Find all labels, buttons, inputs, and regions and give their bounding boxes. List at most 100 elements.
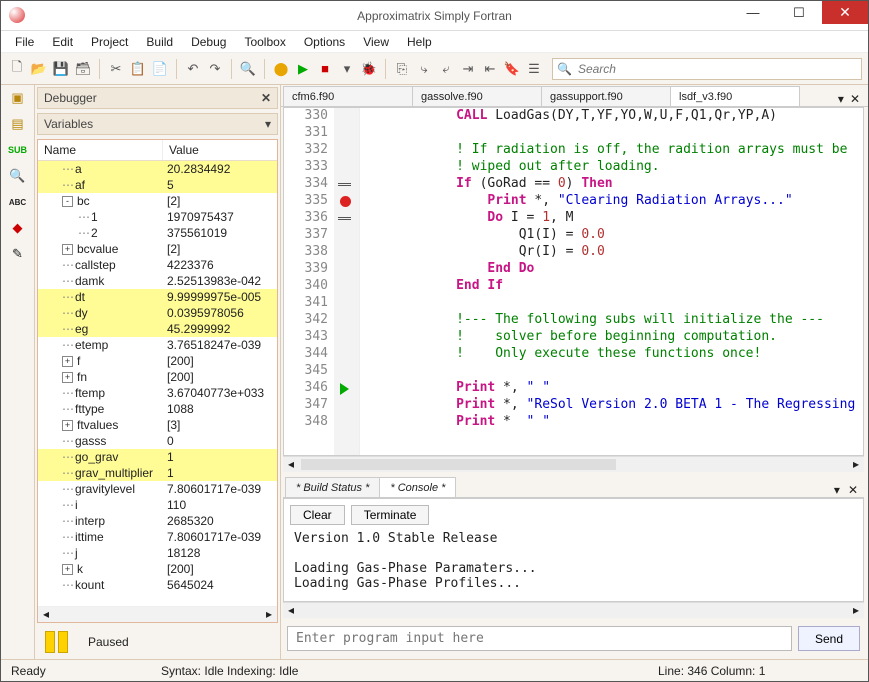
close-button[interactable]: ✕ bbox=[822, 1, 868, 24]
menu-build[interactable]: Build bbox=[138, 33, 181, 51]
file-tab[interactable]: cfm6.f90 bbox=[283, 86, 413, 106]
variable-row[interactable]: ⋯ go_grav1 bbox=[38, 449, 277, 465]
open-file-icon[interactable]: 📂 bbox=[29, 59, 49, 79]
code-area[interactable]: CALL LoadGas(DY,T,YF,YO,W,U,F,Q1,Qr,YP,A… bbox=[360, 108, 863, 455]
menu-file[interactable]: File bbox=[7, 33, 42, 51]
file-tab[interactable]: gassupport.f90 bbox=[541, 86, 671, 106]
panel-outline-icon[interactable]: ▣ bbox=[9, 89, 27, 107]
search-box[interactable]: 🔍 bbox=[552, 58, 862, 80]
search-input[interactable] bbox=[576, 61, 857, 77]
variable-row[interactable]: +k[200] bbox=[38, 561, 277, 577]
minimize-button[interactable]: — bbox=[730, 1, 776, 24]
undo-icon[interactable]: ↶ bbox=[183, 59, 203, 79]
variables-dropdown-icon[interactable]: ▾ bbox=[265, 117, 271, 131]
menu-project[interactable]: Project bbox=[83, 33, 136, 51]
code-editor[interactable]: 3303313323333343353363373383393403413423… bbox=[283, 107, 864, 456]
variables-body[interactable]: ⋯ a20.2834492⋯ af5-bc[2]⋯ 11970975437⋯ 2… bbox=[38, 161, 277, 606]
editor-hscroll[interactable]: ◂▸ bbox=[283, 456, 864, 472]
debugger-state-label: Paused bbox=[88, 635, 129, 649]
col-value[interactable]: Value bbox=[163, 140, 205, 160]
variable-row[interactable]: ⋯ gravitylevel7.80601717e-039 bbox=[38, 481, 277, 497]
variable-row[interactable]: +fn[200] bbox=[38, 369, 277, 385]
variable-row[interactable]: ⋯ grav_multiplier1 bbox=[38, 465, 277, 481]
step-in-icon[interactable]: ⤷ bbox=[414, 59, 434, 79]
variable-row[interactable]: ⋯ a20.2834492 bbox=[38, 161, 277, 177]
variable-row[interactable]: ⋯ dt9.99999975e-005 bbox=[38, 289, 277, 305]
redo-icon[interactable]: ↷ bbox=[205, 59, 225, 79]
sub-icon[interactable]: SUB bbox=[9, 141, 27, 159]
new-file-icon[interactable]: 🗋 bbox=[7, 59, 27, 79]
variable-row[interactable]: ⋯ kount5645024 bbox=[38, 577, 277, 593]
console-dropdown-icon[interactable]: ▾ bbox=[834, 483, 840, 497]
variable-row[interactable]: ⋯ damk2.52513983e-042 bbox=[38, 273, 277, 289]
copy-icon[interactable]: 📋 bbox=[128, 59, 148, 79]
menu-help[interactable]: Help bbox=[399, 33, 440, 51]
console-close-icon[interactable]: ✕ bbox=[848, 483, 858, 497]
variable-row[interactable]: ⋯ dy0.0395978056 bbox=[38, 305, 277, 321]
dropdown-icon[interactable]: ▾ bbox=[337, 59, 357, 79]
menu-toolbox[interactable]: Toolbox bbox=[236, 33, 293, 51]
variable-row[interactable]: ⋯ eg45.2999992 bbox=[38, 321, 277, 337]
clear-button[interactable]: Clear bbox=[290, 505, 345, 525]
variable-row[interactable]: -bc[2] bbox=[38, 193, 277, 209]
eyedrop-icon[interactable]: ✎ bbox=[9, 245, 27, 263]
menu-debug[interactable]: Debug bbox=[183, 33, 234, 51]
marker-icon[interactable]: ◆ bbox=[9, 219, 27, 237]
variables-panel-title[interactable]: Variables ▾ bbox=[37, 113, 278, 135]
variable-row[interactable]: ⋯ af5 bbox=[38, 177, 277, 193]
find-icon[interactable]: 🔍 bbox=[9, 167, 27, 185]
menu-view[interactable]: View bbox=[355, 33, 397, 51]
variable-row[interactable]: ⋯ etemp3.76518247e-039 bbox=[38, 337, 277, 353]
save-all-icon[interactable]: 🗃 bbox=[73, 59, 93, 79]
file-tab[interactable]: lsdf_v3.f90 bbox=[670, 86, 800, 106]
abc-icon[interactable]: ABC bbox=[9, 193, 27, 211]
paste-icon[interactable]: 📄 bbox=[150, 59, 170, 79]
file-tab[interactable]: gassolve.f90 bbox=[412, 86, 542, 106]
debugger-state-row: Paused bbox=[35, 625, 280, 659]
variable-row[interactable]: +f[200] bbox=[38, 353, 277, 369]
save-icon[interactable]: 💾 bbox=[51, 59, 71, 79]
variable-row[interactable]: +ftvalues[3] bbox=[38, 417, 277, 433]
bottom-tab[interactable]: * Build Status * bbox=[285, 477, 380, 497]
step-over-icon[interactable]: ⎘ bbox=[392, 59, 412, 79]
debugger-close-icon[interactable]: ✕ bbox=[261, 91, 271, 105]
variable-row[interactable]: ⋯ ittime7.80601717e-039 bbox=[38, 529, 277, 545]
variable-row[interactable]: +bcvalue[2] bbox=[38, 241, 277, 257]
send-button[interactable]: Send bbox=[798, 626, 860, 651]
build-icon[interactable]: ⬤ bbox=[271, 59, 291, 79]
step-out-icon[interactable]: ⤶ bbox=[436, 59, 456, 79]
menubar: FileEditProjectBuildDebugToolboxOptionsV… bbox=[1, 31, 868, 53]
debug-icon[interactable]: 🐞 bbox=[359, 59, 379, 79]
console-input[interactable] bbox=[287, 626, 792, 651]
bottom-tab[interactable]: * Console * bbox=[379, 477, 456, 497]
variables-hscroll[interactable]: ◂▸ bbox=[38, 606, 277, 622]
tab-close-icon[interactable]: ✕ bbox=[850, 92, 860, 106]
bookmark-icon[interactable]: 🔖 bbox=[502, 59, 522, 79]
cut-icon[interactable]: ✂ bbox=[106, 59, 126, 79]
panel-list-icon[interactable]: ▤ bbox=[9, 115, 27, 133]
variable-row[interactable]: ⋯ 11970975437 bbox=[38, 209, 277, 225]
stop-icon[interactable]: ■ bbox=[315, 59, 335, 79]
variable-row[interactable]: ⋯ callstep4223376 bbox=[38, 257, 277, 273]
list-icon[interactable]: ☰ bbox=[524, 59, 544, 79]
variable-row[interactable]: ⋯ 2375561019 bbox=[38, 225, 277, 241]
variable-row[interactable]: ⋯ interp2685320 bbox=[38, 513, 277, 529]
variable-row[interactable]: ⋯ fttype1088 bbox=[38, 401, 277, 417]
variable-row[interactable]: ⋯ ftemp3.67040773e+033 bbox=[38, 385, 277, 401]
tab-dropdown-icon[interactable]: ▾ bbox=[838, 92, 844, 106]
variable-row[interactable]: ⋯ gasss0 bbox=[38, 433, 277, 449]
run-icon[interactable]: ▶ bbox=[293, 59, 313, 79]
search-icon[interactable]: 🔍 bbox=[238, 59, 258, 79]
status-mid: Syntax: Idle Indexing: Idle bbox=[161, 664, 658, 678]
terminate-button[interactable]: Terminate bbox=[351, 505, 430, 525]
outdent-icon[interactable]: ⇤ bbox=[480, 59, 500, 79]
maximize-button[interactable]: ☐ bbox=[776, 1, 822, 24]
left-icon-bar: ▣ ▤ SUB 🔍 ABC ◆ ✎ bbox=[1, 85, 35, 659]
console-hscroll[interactable]: ◂▸ bbox=[283, 602, 864, 618]
indent-icon[interactable]: ⇥ bbox=[458, 59, 478, 79]
variable-row[interactable]: ⋯ i110 bbox=[38, 497, 277, 513]
menu-edit[interactable]: Edit bbox=[44, 33, 81, 51]
variable-row[interactable]: ⋯ j18128 bbox=[38, 545, 277, 561]
menu-options[interactable]: Options bbox=[296, 33, 353, 51]
col-name[interactable]: Name bbox=[38, 140, 163, 160]
